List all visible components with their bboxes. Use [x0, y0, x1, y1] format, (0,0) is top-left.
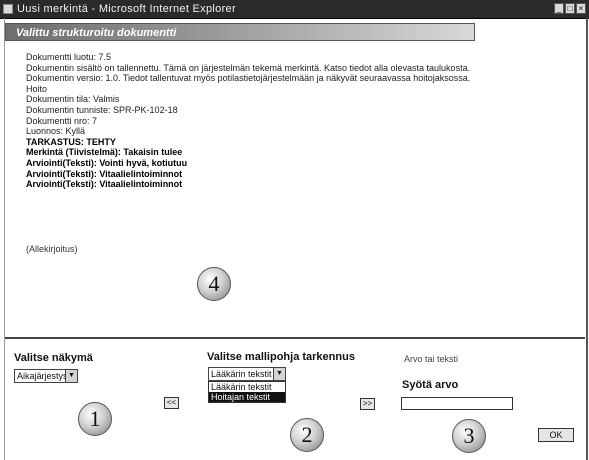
ok-button[interactable]: OK: [538, 428, 574, 442]
document-line: Dokumentti nro: 7: [26, 115, 98, 126]
callout-1: 1: [78, 402, 112, 436]
note-label: Arvo tai teksti: [404, 354, 459, 364]
document-line: Luonnos: Kyllä: [26, 126, 86, 137]
dropdown-option[interactable]: Lääkärin tekstit: [209, 382, 285, 392]
view-label: Valitse näkymä: [14, 352, 93, 364]
view-select[interactable]: Aikajärjestys ▼: [14, 369, 78, 383]
document-line: Dokumentti luotu: 7.5: [26, 52, 112, 62]
move-left-button[interactable]: <<: [164, 397, 179, 409]
maximize-button[interactable]: □: [565, 3, 575, 14]
document-line: Merkintä (Tiivistelmä): Takaisin tulee: [26, 147, 183, 158]
document-line: Dokumentin versio: 1.0. Tiedot tallentuv…: [26, 73, 471, 84]
chevron-down-icon[interactable]: ▼: [65, 370, 77, 382]
browser-icon: [3, 4, 13, 14]
model-select-value: Lääkärin tekstit: [211, 369, 272, 379]
document-line: Arviointi(Teksti): Vitaalielintoiminnot: [26, 168, 183, 179]
signature-text: (Allekirjoitus): [26, 244, 78, 254]
callout-4: 4: [197, 267, 231, 301]
window-title-bar: Uusi merkintä - Microsoft Internet Explo…: [0, 0, 589, 19]
window-controls: _ □ ×: [554, 3, 586, 14]
chevron-down-icon[interactable]: ▼: [273, 368, 285, 380]
document-content: Dokumentti luotu: 7.5 Dokumentin sisältö …: [26, 52, 556, 190]
document-line: Arviointi(Teksti): Vitaalielintoiminnot: [26, 179, 183, 190]
callout-2: 2: [290, 418, 324, 452]
window-right-border: [586, 18, 588, 460]
close-button[interactable]: ×: [576, 3, 586, 14]
document-line: Hoito: [26, 83, 48, 94]
document-line: Dokumentin tila: Valmis: [26, 94, 120, 105]
callout-3: 3: [452, 419, 486, 453]
dropdown-option-highlighted[interactable]: Hoitajan tekstit: [209, 392, 285, 402]
panel-divider: [5, 337, 585, 339]
window-title: Uusi merkintä - Microsoft Internet Explo…: [17, 3, 236, 15]
value-input[interactable]: [401, 397, 513, 410]
document-line: Arviointi(Teksti): Vointi hyvä, kotiutuu: [26, 157, 188, 168]
input-label: Syötä arvo: [402, 379, 459, 391]
document-line: TARKASTUS: TEHTY: [26, 136, 116, 147]
move-right-button[interactable]: >>: [360, 398, 375, 410]
document-header: Valittu strukturoitu dokumentti: [5, 23, 475, 41]
model-label: Valitse mallipohja tarkennus: [207, 351, 355, 363]
view-select-value: Aikajärjestys: [17, 371, 68, 381]
window-left-border: [4, 18, 5, 460]
document-line: Dokumentin sisältö on tallennettu. Tämä …: [26, 62, 471, 73]
model-dropdown-list: Lääkärin tekstit Hoitajan tekstit: [208, 381, 286, 403]
minimize-button[interactable]: _: [554, 3, 564, 14]
model-select[interactable]: Lääkärin tekstit ▼: [208, 367, 286, 381]
document-line: Dokumentin tunniste: SPR-PK-102-18: [26, 104, 178, 115]
